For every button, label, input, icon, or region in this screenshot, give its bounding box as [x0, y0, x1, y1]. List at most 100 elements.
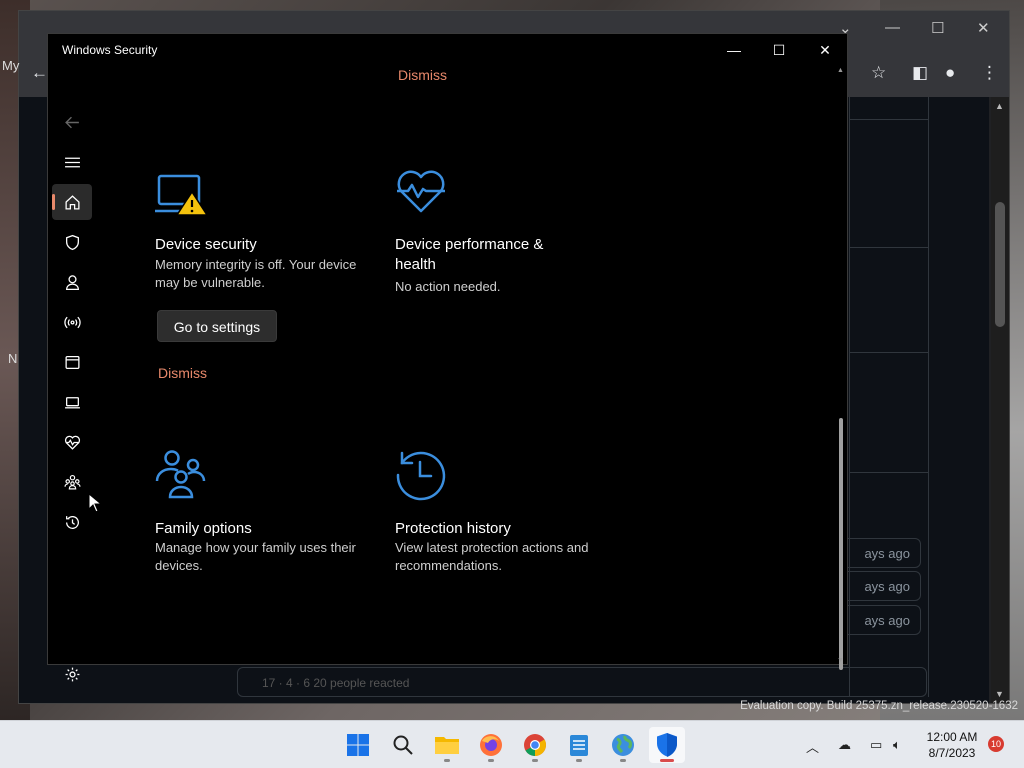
- evaluation-watermark: Evaluation copy. Build 25375.zn_release.…: [740, 700, 1018, 712]
- back-button[interactable]: [52, 104, 92, 140]
- star-icon[interactable]: ☆: [871, 63, 886, 83]
- taskbar-chrome[interactable]: [517, 727, 553, 763]
- nav-settings[interactable]: [52, 656, 92, 692]
- device-security-card[interactable]: Device security Memory integrity is off.…: [155, 173, 385, 393]
- timestamp: ays ago: [839, 605, 921, 635]
- divider: [849, 247, 929, 248]
- taskbar-notepad[interactable]: [561, 727, 597, 763]
- nav-device-security[interactable]: [52, 384, 92, 420]
- windows-security-shield-icon: [657, 733, 677, 757]
- person-icon: [65, 274, 79, 290]
- maximize-icon[interactable]: ☐: [931, 19, 944, 37]
- browser-scrollbar[interactable]: ▲ ▼: [991, 97, 1009, 703]
- family-options-card[interactable]: Family options Manage how your family us…: [155, 449, 385, 579]
- protection-history-card[interactable]: Protection history View latest protectio…: [395, 449, 625, 579]
- nav-family-options[interactable]: [52, 464, 92, 500]
- nav-protection-history[interactable]: [52, 504, 92, 540]
- close-icon[interactable]: ✕: [977, 19, 990, 37]
- running-indicator: [444, 759, 450, 762]
- maximize-button[interactable]: ☐: [769, 40, 789, 60]
- shield-icon: [65, 234, 79, 250]
- clock-time: 12:00 AM: [926, 730, 978, 744]
- globe-icon: [612, 734, 634, 756]
- window-titlebar[interactable]: Windows Security — ☐ ✕: [48, 34, 847, 66]
- clock-date: 8/7/2023: [928, 746, 976, 760]
- notification-badge[interactable]: 10: [988, 736, 1004, 752]
- windows-logo-icon: [347, 734, 369, 756]
- laptop-warning-icon: [155, 174, 209, 216]
- volume-icon[interactable]: 🔈︎: [893, 737, 901, 753]
- scroll-up-icon[interactable]: ▲: [837, 67, 844, 74]
- dismiss-link[interactable]: Dismiss: [158, 365, 207, 381]
- sidebar-icon[interactable]: ◧: [912, 63, 928, 83]
- folder-icon: [435, 737, 459, 754]
- app-window-icon: [64, 355, 80, 369]
- search-icon: [393, 735, 413, 755]
- laptop-icon: [64, 396, 80, 408]
- taskbar-earth[interactable]: [605, 727, 641, 763]
- windows-security-window: Windows Security — ☐ ✕ Dismiss Device se…: [47, 33, 848, 681]
- divider: [849, 119, 929, 120]
- back-arrow-icon[interactable]: ←: [31, 63, 48, 83]
- heart-pulse-icon: [397, 170, 445, 213]
- scroll-down-icon[interactable]: ▼: [995, 689, 1004, 699]
- taskbar-search-button[interactable]: [385, 727, 421, 763]
- more-menu-icon[interactable]: ⋮: [981, 63, 998, 83]
- running-indicator: [660, 759, 674, 762]
- taskbar-file-explorer[interactable]: [429, 727, 465, 763]
- nav-device-performance[interactable]: [52, 424, 92, 460]
- card-description: Memory integrity is off. Your device may…: [155, 257, 357, 290]
- profile-icon[interactable]: ●: [945, 63, 955, 83]
- nav-home[interactable]: [52, 184, 92, 220]
- card-description: No action needed.: [395, 279, 501, 294]
- notepad-icon: [570, 735, 588, 756]
- nav-firewall-network[interactable]: [52, 304, 92, 340]
- home-icon: [64, 194, 80, 210]
- card-title: Family options: [155, 520, 252, 537]
- device-performance-card[interactable]: Device performance & health No action ne…: [395, 169, 625, 299]
- card-description: View latest protection actions and recom…: [395, 540, 589, 573]
- history-clock-icon: [396, 451, 446, 501]
- family-icon: [155, 450, 206, 499]
- system-clock[interactable]: 12:00 AM 8/7/2023: [920, 729, 984, 761]
- nav-account-protection[interactable]: [52, 264, 92, 300]
- card-title: Device performance & health: [395, 236, 544, 273]
- scroll-down-icon[interactable]: ▼: [837, 657, 844, 664]
- background-text: N: [8, 351, 18, 366]
- card-title: Protection history: [395, 520, 511, 537]
- firefox-icon: [480, 734, 502, 756]
- chevron-up-icon[interactable]: ︿: [806, 737, 819, 756]
- network-icon[interactable]: ▭: [870, 737, 882, 753]
- running-indicator: [532, 759, 538, 762]
- back-arrow-icon: [64, 116, 79, 128]
- taskbar-windows-security[interactable]: [649, 727, 685, 763]
- scroll-thumb[interactable]: [995, 202, 1005, 327]
- hamburger-menu-button[interactable]: [52, 144, 92, 180]
- dismiss-link[interactable]: Dismiss: [398, 67, 447, 83]
- divider: [849, 472, 929, 473]
- mouse-cursor-icon: [88, 493, 102, 513]
- scroll-thumb[interactable]: [839, 418, 843, 670]
- timestamp: ays ago: [839, 538, 921, 568]
- start-button[interactable]: [340, 727, 376, 763]
- content-scrollbar[interactable]: ▲ ▼: [836, 66, 846, 670]
- background-text: My: [2, 58, 20, 73]
- history-clock-icon: [65, 515, 79, 529]
- close-button[interactable]: ✕: [815, 40, 835, 60]
- main-content: Dismiss Device security Memory integrity…: [96, 66, 836, 664]
- scroll-up-icon[interactable]: ▲: [995, 101, 1004, 111]
- family-icon: [63, 474, 81, 489]
- cloud-offline-icon[interactable]: ☁: [838, 737, 851, 753]
- minimize-icon[interactable]: —: [885, 19, 900, 36]
- taskbar-firefox[interactable]: [473, 727, 509, 763]
- navigation-rail: [48, 66, 96, 681]
- minimize-button[interactable]: —: [724, 40, 744, 60]
- nav-virus-threat-protection[interactable]: [52, 224, 92, 260]
- nav-app-browser-control[interactable]: [52, 344, 92, 380]
- card-title: Device security: [155, 236, 257, 253]
- divider: [849, 352, 929, 353]
- gear-icon: [65, 667, 79, 681]
- go-to-settings-button[interactable]: Go to settings: [157, 310, 277, 342]
- reactions-bar: 17 · 4 · 6 20 people reacted: [237, 667, 927, 697]
- heart-pulse-icon: [64, 435, 80, 450]
